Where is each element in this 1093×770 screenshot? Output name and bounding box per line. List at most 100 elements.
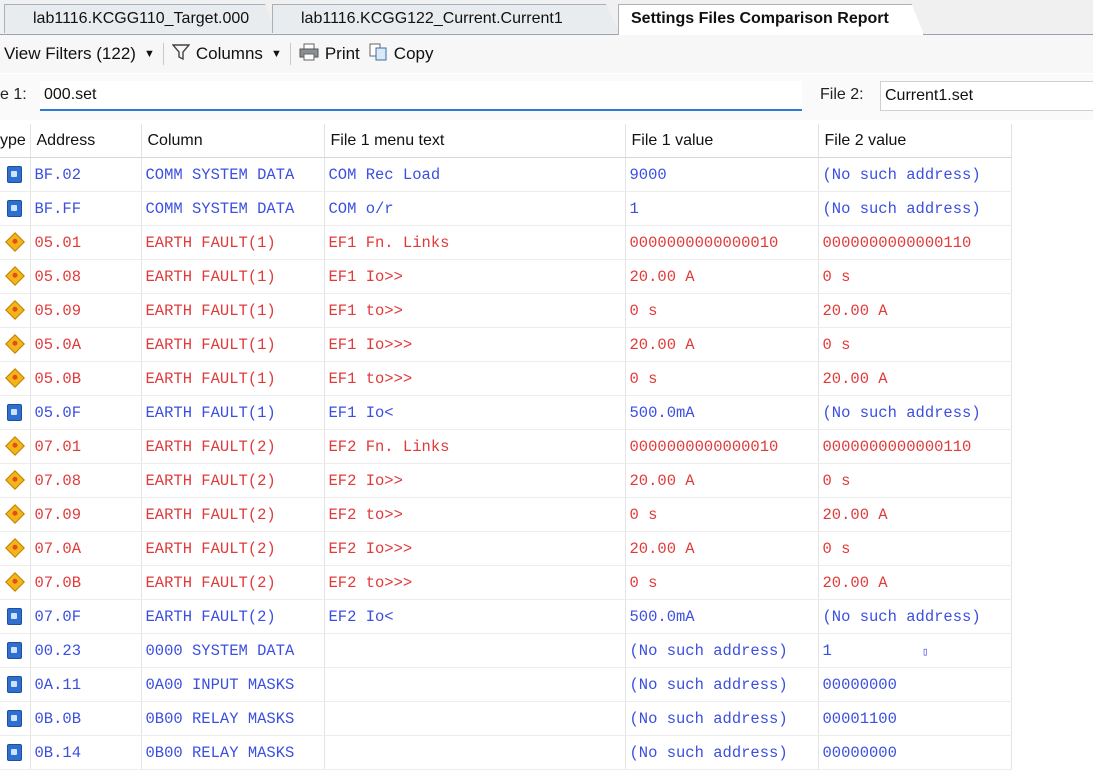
column-cell: EARTH FAULT(2) [141,531,325,566]
file1-value-cell: (No such address) [625,633,819,668]
menu-text-cell: EF2 Fn. Links [324,429,626,464]
menu-text-cell: EF1 Io>>> [324,327,626,362]
file2-value-text: 1 [822,641,832,660]
file1-label: e 1: [0,86,27,103]
menu-text-cell: EF1 Io>> [324,259,626,294]
row-type-cell [0,293,31,328]
table-row[interactable]: 00.23 0000 SYSTEM DATA (No such address)… [0,633,1012,668]
row-type-cell [0,157,31,192]
table-row[interactable]: BF.FF COMM SYSTEM DATA COM o/r 1 (No suc… [0,191,1012,226]
file1-input[interactable] [40,81,802,111]
column-cell: COMM SYSTEM DATA [141,157,325,192]
address-cell: 07.0B [30,565,142,600]
diamond-warning-icon [4,436,25,457]
table-row[interactable]: 07.08 EARTH FAULT(2) EF2 Io>> 20.00 A 0 … [0,463,1012,498]
table-row[interactable]: 05.08 EARTH FAULT(1) EF1 Io>> 20.00 A 0 … [0,259,1012,294]
tab-target-file[interactable]: lab1116.KCGG110_Target.000 [4,4,276,33]
address-cell: 05.08 [30,259,142,294]
toolbar-separator [289,43,291,65]
tab-current-file[interactable]: lab1116.KCGG122_Current.Current1 [272,4,620,33]
column-cell: EARTH FAULT(2) [141,497,325,532]
file2-value-cell: 00000000 [818,667,1012,702]
table-row[interactable]: 07.0A EARTH FAULT(2) EF2 Io>>> 20.00 A 0… [0,531,1012,566]
header-file2-value[interactable]: File 2 value [818,124,1012,158]
file1-value-cell: 20.00 A [625,463,819,498]
table-row[interactable]: 07.0F EARTH FAULT(2) EF2 Io< 500.0mA (No… [0,599,1012,634]
file1-value-cell: 0000000000000010 [625,225,819,260]
menu-text-cell: EF1 Io< [324,395,626,430]
file2-label: File 2: [820,86,864,103]
table-row[interactable]: 05.0F EARTH FAULT(1) EF1 Io< 500.0mA (No… [0,395,1012,430]
address-cell: 05.0B [30,361,142,396]
diamond-warning-icon [4,334,25,355]
menu-text-cell: EF2 Io>>> [324,531,626,566]
file1-value-cell: 500.0mA [625,599,819,634]
file2-value-cell: 00001100 [818,701,1012,736]
diamond-warning-icon [4,504,25,525]
address-cell: 07.0F [30,599,142,634]
copy-button[interactable]: Copy [364,39,438,69]
row-type-cell [0,531,31,566]
row-type-cell [0,633,31,668]
column-cell: EARTH FAULT(2) [141,599,325,634]
print-label: Print [324,44,360,63]
file1-value-cell: 20.00 A [625,259,819,294]
blue-square-icon [7,709,23,727]
tab-comparison-report[interactable]: Settings Files Comparison Report [618,4,924,35]
menu-text-cell: EF2 Io< [324,599,626,634]
comparison-table: ype Address Column File 1 menu text File… [0,124,1012,770]
file2-value-cell: 1 ▯ [818,633,1012,668]
file1-value-cell: 20.00 A [625,531,819,566]
print-button[interactable]: Print [295,39,364,69]
chevron-down-icon: ▼ [270,48,282,60]
file1-value-cell: (No such address) [625,667,819,702]
file-bar: e 1: File 2: [0,74,1093,120]
blue-square-icon [7,403,23,421]
address-cell: 05.01 [30,225,142,260]
header-type[interactable]: ype [0,124,31,158]
menu-text-cell: EF2 to>> [324,497,626,532]
table-row[interactable]: 0A.11 0A00 INPUT MASKS (No such address)… [0,667,1012,702]
table-row[interactable]: 0B.14 0B00 RELAY MASKS (No such address)… [0,735,1012,770]
address-cell: 07.01 [30,429,142,464]
address-cell: 07.08 [30,463,142,498]
toolbar-separator [162,43,164,65]
row-type-cell [0,429,31,464]
copy-icon [368,43,388,66]
file2-value-cell: (No such address) [818,599,1012,634]
columns-button[interactable]: Columns ▼ [168,39,286,69]
table-row[interactable]: 05.09 EARTH FAULT(1) EF1 to>> 0 s 20.00 … [0,293,1012,328]
tab-strip: lab1116.KCGG110_Target.000 lab1116.KCGG1… [0,0,1093,35]
column-cell: EARTH FAULT(1) [141,225,325,260]
table-row[interactable]: 07.01 EARTH FAULT(2) EF2 Fn. Links 00000… [0,429,1012,464]
file2-value-cell: 0 s [818,463,1012,498]
blue-square-icon [7,165,23,183]
file1-value-cell: 9000 [625,157,819,192]
table-row[interactable]: 0B.0B 0B00 RELAY MASKS (No such address)… [0,701,1012,736]
table-row[interactable]: 05.0A EARTH FAULT(1) EF1 Io>>> 20.00 A 0… [0,327,1012,362]
printer-icon [299,43,319,66]
view-filters-button[interactable]: View Filters (122) ▼ [0,39,159,69]
table-row[interactable]: BF.02 COMM SYSTEM DATA COM Rec Load 9000… [0,157,1012,192]
column-cell: EARTH FAULT(1) [141,259,325,294]
file1-value-cell: 0 s [625,361,819,396]
header-file1-value[interactable]: File 1 value [625,124,819,158]
diamond-warning-icon [4,266,25,287]
header-address[interactable]: Address [30,124,142,158]
address-cell: 00.23 [30,633,142,668]
header-file1-menu-text[interactable]: File 1 menu text [324,124,626,158]
column-cell: 0B00 RELAY MASKS [141,701,325,736]
file1-value-cell: (No such address) [625,701,819,736]
table-row[interactable]: 05.01 EARTH FAULT(1) EF1 Fn. Links 00000… [0,225,1012,260]
address-cell: 07.0A [30,531,142,566]
address-cell: 0B.14 [30,735,142,770]
table-row[interactable]: 07.0B EARTH FAULT(2) EF2 to>>> 0 s 20.00… [0,565,1012,600]
row-type-cell [0,565,31,600]
address-cell: 05.09 [30,293,142,328]
column-cell: EARTH FAULT(2) [141,463,325,498]
table-row[interactable]: 05.0B EARTH FAULT(1) EF1 to>>> 0 s 20.00… [0,361,1012,396]
header-column[interactable]: Column [141,124,325,158]
blue-square-icon [7,607,23,625]
file2-input[interactable] [880,81,1093,111]
table-row[interactable]: 07.09 EARTH FAULT(2) EF2 to>> 0 s 20.00 … [0,497,1012,532]
